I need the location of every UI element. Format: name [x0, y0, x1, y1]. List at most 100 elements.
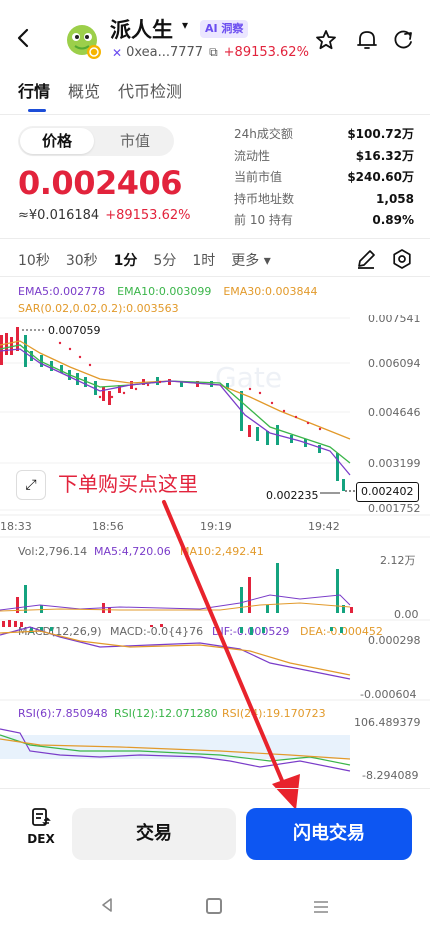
copy-icon[interactable]: ⧉: [209, 45, 218, 60]
divider: [0, 114, 430, 115]
price-chart[interactable]: Gate 0.007059 0.007541 0.006094 0.004646…: [0, 315, 430, 787]
stat-label: 24h成交额: [234, 127, 293, 141]
toggle-price[interactable]: 价格: [20, 128, 94, 154]
dex-button[interactable]: DEX: [24, 806, 58, 846]
timeframe-10s[interactable]: 10秒: [18, 250, 50, 270]
expand-chart-icon[interactable]: ⤢: [16, 470, 46, 500]
timeframe-1h[interactable]: 1时: [192, 250, 215, 270]
contract-address: 0xea...7777: [126, 45, 204, 60]
candles: [0, 327, 345, 491]
stat-liquidity: 流动性 $16.32万: [234, 146, 414, 168]
current-price: 0.002406: [18, 164, 183, 202]
volume-axis-label: 0.00: [394, 608, 419, 621]
stat-value: 1,058: [376, 191, 414, 206]
volume-ma10: MA10:2,492.41: [180, 545, 264, 558]
price-axis-label: 0.001752: [368, 502, 421, 515]
contract-address-row: ✕ 0xea...7777 ⧉ +89153.62%: [112, 45, 309, 60]
dex-icon: [32, 808, 51, 826]
gear-icon[interactable]: [391, 248, 413, 270]
stats-list: 24h成交额 $100.72万 流动性 $16.32万 当前市值 $240.60万 持…: [234, 124, 414, 232]
share-refresh-icon[interactable]: [392, 28, 414, 52]
volume-axis-label: 2.12万: [380, 554, 416, 567]
stat-market-cap: 当前市值 $240.60万: [234, 167, 414, 189]
timeframe-5m[interactable]: 5分: [153, 250, 176, 270]
star-icon[interactable]: [314, 28, 338, 52]
price-sub-row: ≈¥0.016184 +89153.62%: [18, 208, 190, 223]
dex-label: DEX: [27, 832, 55, 846]
stat-label: 流动性: [234, 148, 271, 163]
price-axis-label: 0.006094: [368, 357, 421, 370]
price-cny: ≈¥0.016184: [18, 208, 100, 223]
back-arrow-icon[interactable]: [12, 26, 36, 50]
ema5-value: EMA5:0.002778: [18, 285, 106, 298]
volume-bars: [16, 563, 353, 613]
trade-button[interactable]: 交易: [72, 808, 236, 860]
flash-trade-button[interactable]: 闪电交易: [246, 808, 412, 860]
system-menu-icon[interactable]: [312, 898, 330, 916]
volume-ma5: MA5:4,720.06: [94, 545, 171, 558]
time-axis-label: 19:19: [200, 520, 232, 533]
stat-label: 当前市值: [234, 170, 283, 185]
rsi12-value: RSI(12):12.071280: [114, 707, 218, 720]
sar-legend: SAR(0.02,0.02,0.2):0.003563: [18, 302, 179, 315]
macd-axis-label: -0.000604: [360, 688, 416, 701]
price-change: +89153.62%: [105, 208, 191, 223]
rsi6-value: RSI(6):7.850948: [18, 707, 108, 720]
ema-legend: EMA5:0.002778 EMA10:0.003099 EMA30:0.003…: [18, 285, 317, 298]
tab-overview[interactable]: 概览: [68, 78, 100, 112]
price-axis-label: 0.007541: [368, 315, 421, 325]
annotation-text: 下单购买点这里: [58, 472, 198, 496]
divider: [0, 788, 430, 789]
macd-value: MACD:-0.0{4}76: [110, 625, 203, 638]
rsi-axis-label: 106.489379: [354, 716, 420, 729]
time-axis-label: 18:56: [92, 520, 124, 533]
divider: [0, 238, 430, 239]
ai-insight-badge[interactable]: AI 洞察: [200, 20, 249, 38]
price-axis-label: 0.003199: [368, 457, 421, 470]
system-back-icon[interactable]: [98, 896, 116, 914]
pencil-icon[interactable]: [355, 248, 377, 270]
sar-value: SAR(0.02,0.02,0.2):0.003563: [18, 302, 179, 315]
stat-label: 前 10 持有: [234, 213, 293, 228]
ema30-value: EMA30:0.003844: [223, 285, 318, 298]
stat-value: $100.72万: [347, 127, 414, 141]
detail-tabs: 行情 概览 代币检测: [18, 78, 200, 112]
macd-axis-label: 0.000298: [368, 634, 421, 647]
tab-token-check[interactable]: 代币检测: [118, 78, 182, 112]
timeframe-1m[interactable]: 1分: [114, 250, 138, 270]
rsi-axis-label: -8.294089: [362, 769, 418, 782]
stat-top10: 前 10 持有 0.89%: [234, 210, 414, 232]
rsi24-value: RSI(24):19.170723: [222, 707, 326, 720]
stat-value: $240.60万: [347, 170, 414, 185]
token-logo: [67, 25, 101, 59]
stat-volume: 24h成交额 $100.72万: [234, 124, 414, 146]
low-price-label: 0.002235: [266, 489, 319, 502]
system-home-icon[interactable]: [206, 898, 222, 914]
token-switch-caret-icon[interactable]: ▾: [182, 18, 188, 32]
ema10-value: EMA10:0.003099: [117, 285, 212, 298]
timeframe-30s[interactable]: 30秒: [66, 250, 98, 270]
token-name[interactable]: 派人生: [110, 14, 173, 44]
stat-holders: 持币地址数 1,058: [234, 189, 414, 211]
watermark: Gate: [215, 361, 282, 394]
time-axis-label: 19:42: [308, 520, 340, 533]
last-price-tag: 0.002402: [356, 482, 419, 502]
bell-icon[interactable]: [356, 28, 378, 52]
timeframe-selector: 10秒 30秒 1分 5分 1时 更多 ▾: [18, 250, 287, 270]
header: 派人生 ▾ AI 洞察 ✕ 0xea...7777 ⧉ +89153.62%: [0, 0, 430, 72]
time-axis-label: 18:33: [0, 520, 32, 533]
volume-ma10-line: [0, 602, 351, 612]
timeframe-more[interactable]: 更多 ▾: [231, 250, 270, 270]
volume-ma5-line: [0, 594, 351, 611]
ema30-line: [0, 340, 351, 440]
chain-icon: ✕: [112, 45, 123, 60]
volume-value: Vol:2,796.14: [18, 545, 87, 558]
toggle-market-cap[interactable]: 市值: [98, 128, 172, 154]
stat-value: $16.32万: [355, 148, 414, 163]
header-change: +89153.62%: [223, 45, 309, 60]
stat-value: 0.89%: [372, 213, 414, 228]
stat-label: 持币地址数: [234, 191, 295, 206]
tab-market[interactable]: 行情: [18, 78, 50, 112]
divider: [0, 276, 430, 277]
high-label: 0.007059: [48, 324, 101, 337]
